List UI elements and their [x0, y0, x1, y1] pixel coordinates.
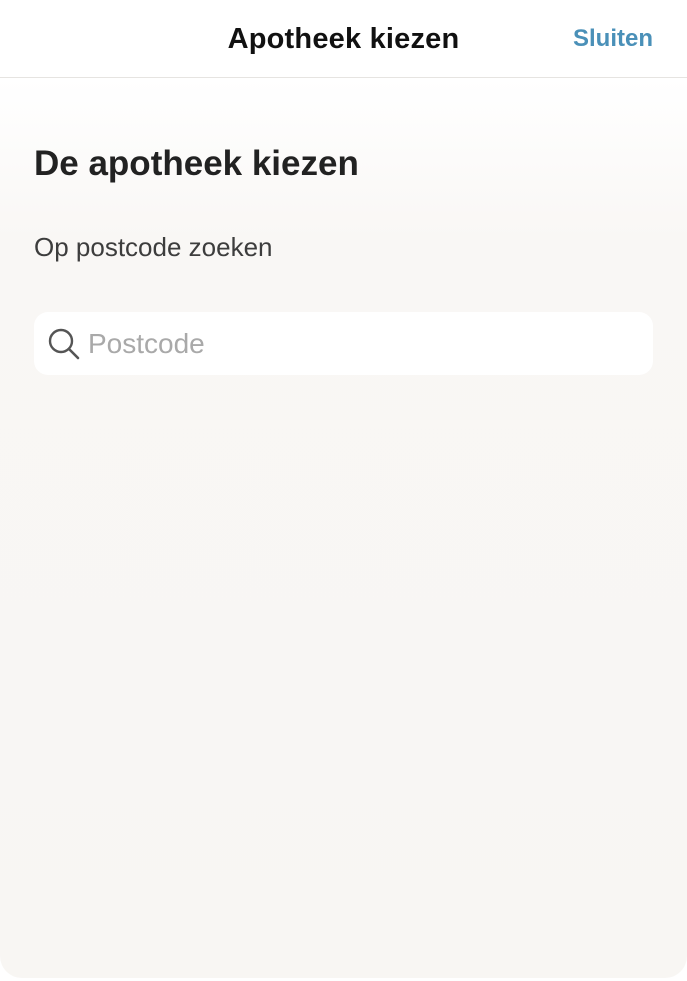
page-heading: De apotheek kiezen [34, 144, 359, 183]
content-area: De apotheek kiezen Op postcode zoeken [0, 78, 687, 978]
close-button[interactable]: Sluiten [573, 0, 653, 78]
navigation-bar: Apotheek kiezen Sluiten [0, 0, 687, 78]
pharmacy-picker-sheet: Apotheek kiezen Sluiten De apotheek kiez… [0, 0, 687, 981]
search-label: Op postcode zoeken [34, 232, 273, 262]
search-box[interactable] [34, 312, 653, 375]
search-icon [48, 328, 80, 359]
postcode-input[interactable] [82, 313, 653, 374]
